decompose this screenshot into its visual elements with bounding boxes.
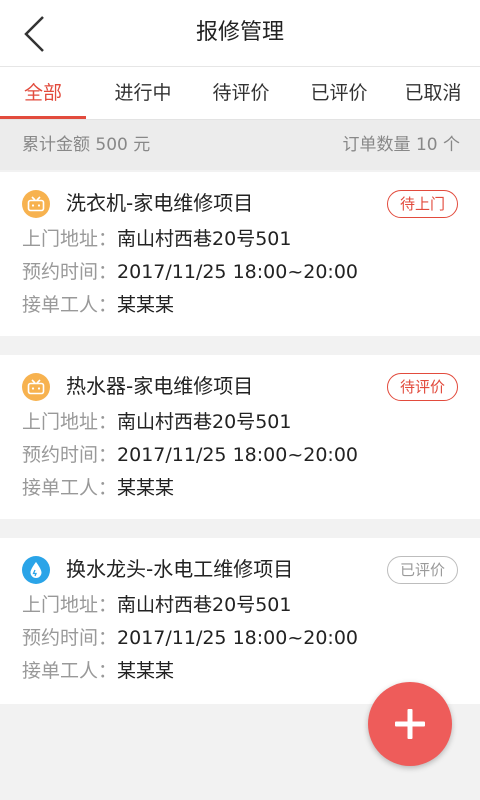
- time-value: 2017/11/25 18:00~20:00: [117, 444, 358, 466]
- plus-icon: [395, 709, 425, 739]
- address-value: 南山村西巷20号501: [117, 411, 292, 433]
- worker-value: 某某某: [117, 477, 175, 499]
- address-label: 上门地址：: [22, 228, 118, 250]
- tab-in-progress[interactable]: 进行中: [96, 67, 190, 119]
- worker-value: 某某某: [117, 660, 175, 682]
- tv-icon: [22, 373, 50, 401]
- status-tabs: 全部 进行中 待评价 已评价 已取消: [0, 67, 480, 120]
- order-card[interactable]: 热水器-家电维修项目 待评价 上门地址：南山村西巷20号501 预约时间：201…: [0, 355, 480, 519]
- time-row: 预约时间：2017/11/25 18:00~20:00: [22, 440, 358, 470]
- order-title: 洗衣机-家电维修项目: [66, 191, 254, 215]
- status-badge: 待上门: [386, 190, 458, 218]
- tab-cancelled[interactable]: 已取消: [386, 67, 480, 119]
- header-bar: 报修管理: [0, 0, 480, 67]
- time-label: 预约时间：: [22, 261, 118, 283]
- status-badge: 待评价: [386, 373, 458, 401]
- address-value: 南山村西巷20号501: [117, 594, 292, 616]
- worker-value: 某某某: [117, 294, 175, 316]
- worker-label: 接单工人：: [22, 477, 118, 499]
- add-order-button[interactable]: [368, 682, 452, 766]
- summary-bar: 累计金额 500 元 订单数量 10 个: [0, 120, 480, 170]
- time-value: 2017/11/25 18:00~20:00: [117, 627, 358, 649]
- order-card[interactable]: 换水龙头-水电工维修项目 已评价 上门地址：南山村西巷20号501 预约时间：2…: [0, 538, 480, 704]
- tab-pending-review[interactable]: 待评价: [194, 67, 288, 119]
- address-label: 上门地址：: [22, 594, 118, 616]
- tv-icon: [22, 190, 50, 218]
- time-row: 预约时间：2017/11/25 18:00~20:00: [22, 257, 358, 287]
- page-title: 报修管理: [195, 20, 284, 45]
- tab-all[interactable]: 全部: [0, 67, 86, 119]
- active-tab-indicator: [0, 116, 86, 119]
- worker-label: 接单工人：: [22, 660, 118, 682]
- address-value: 南山村西巷20号501: [117, 228, 292, 250]
- water-drop-icon: [22, 556, 50, 584]
- tab-reviewed[interactable]: 已评价: [292, 67, 386, 119]
- total-amount: 累计金额 500 元: [22, 135, 151, 155]
- time-label: 预约时间：: [22, 627, 118, 649]
- worker-row: 接单工人：某某某: [22, 290, 174, 320]
- status-badge: 已评价: [386, 556, 458, 584]
- order-title: 热水器-家电维修项目: [66, 374, 254, 398]
- time-label: 预约时间：: [22, 444, 118, 466]
- worker-label: 接单工人：: [22, 294, 118, 316]
- order-title: 换水龙头-水电工维修项目: [66, 557, 294, 581]
- time-value: 2017/11/25 18:00~20:00: [117, 261, 358, 283]
- address-label: 上门地址：: [22, 411, 118, 433]
- address-row: 上门地址：南山村西巷20号501: [22, 590, 291, 620]
- time-row: 预约时间：2017/11/25 18:00~20:00: [22, 623, 358, 653]
- order-count: 订单数量 10 个: [342, 135, 460, 155]
- address-row: 上门地址：南山村西巷20号501: [22, 407, 291, 437]
- order-card[interactable]: 洗衣机-家电维修项目 待上门 上门地址：南山村西巷20号501 预约时间：201…: [0, 172, 480, 336]
- address-row: 上门地址：南山村西巷20号501: [22, 224, 291, 254]
- worker-row: 接单工人：某某某: [22, 473, 174, 503]
- worker-row: 接单工人：某某某: [22, 656, 174, 686]
